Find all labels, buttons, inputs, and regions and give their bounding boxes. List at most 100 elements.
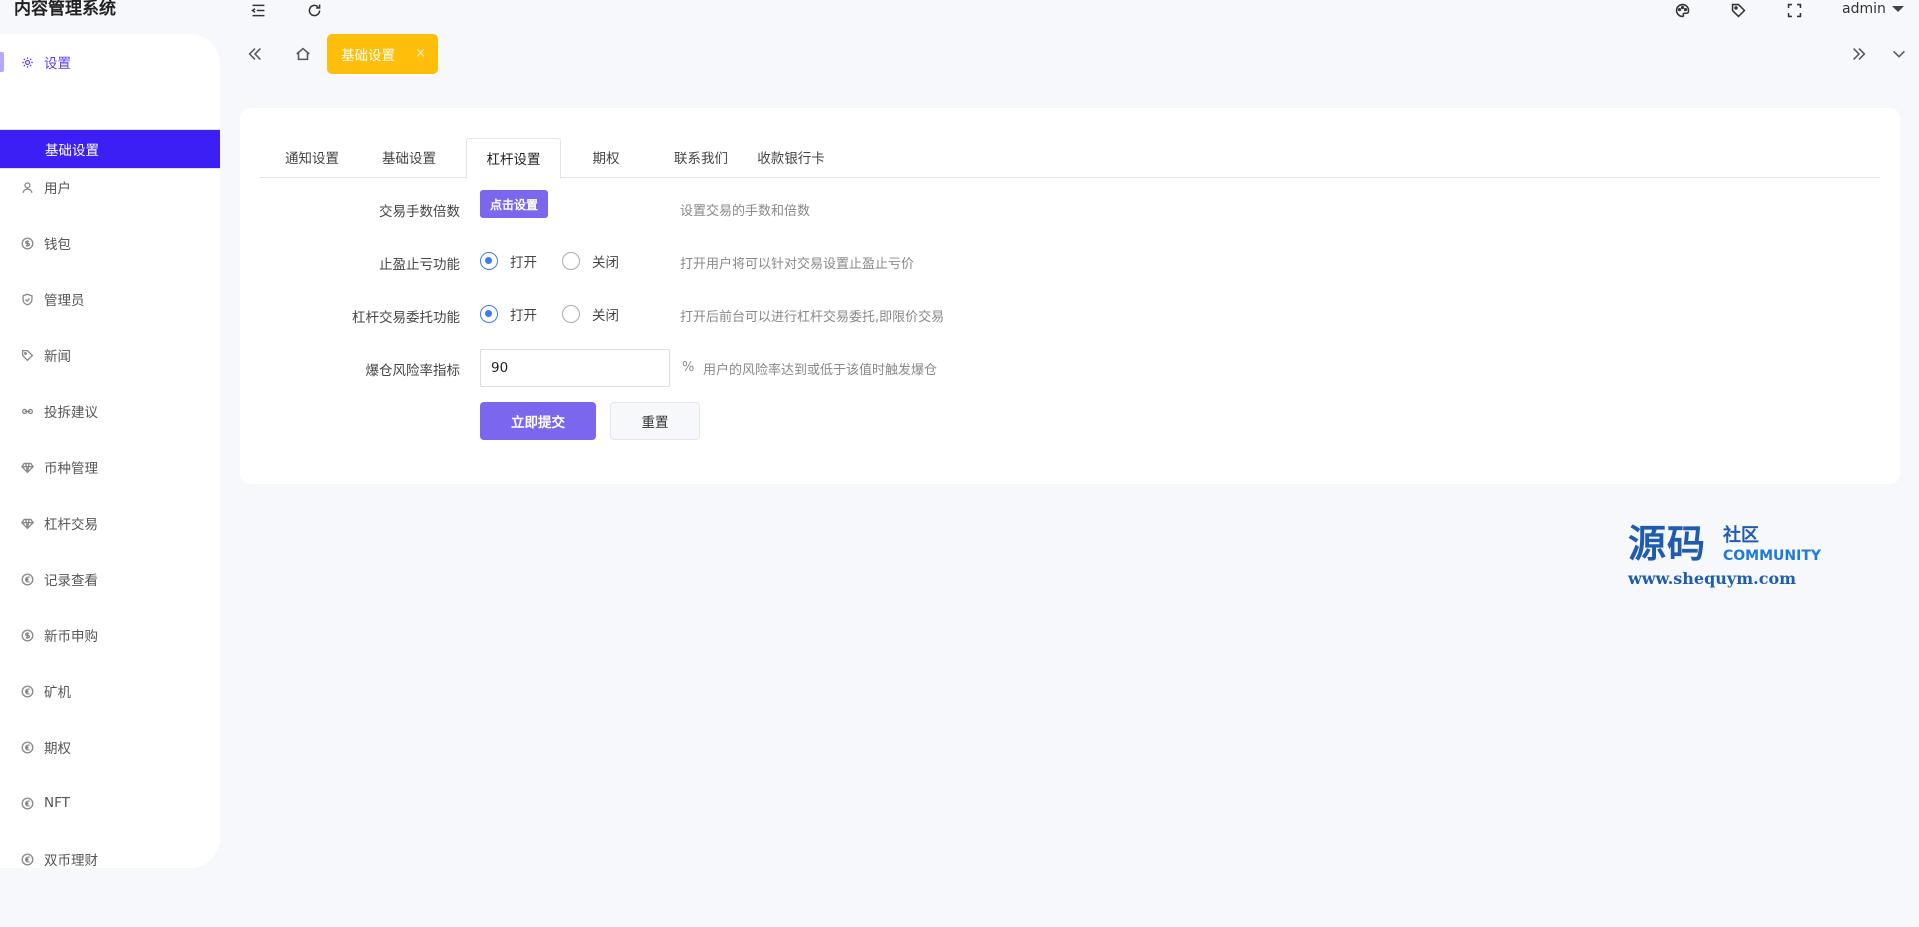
tab-options[interactable]: 期权 xyxy=(561,138,651,178)
entrust-label: 杠杆交易委托功能 xyxy=(352,310,460,326)
sidebar-item-label: 双币理财 xyxy=(44,853,98,869)
link-icon xyxy=(20,404,34,418)
entrust-off-radio[interactable]: 关闭 xyxy=(562,304,619,324)
fee-settings-button[interactable]: 点击设置 xyxy=(480,190,548,218)
reset-button[interactable]: 重置 xyxy=(610,402,700,440)
sidebar-subitem-label: 基础设置 xyxy=(45,143,99,159)
tab-notification[interactable]: 通知设置 xyxy=(260,138,364,178)
radio-circle xyxy=(562,252,580,270)
radio-label: 打开 xyxy=(510,308,537,324)
sidebar-item-label: 期权 xyxy=(44,741,71,757)
sidebar-item-label: 币种管理 xyxy=(44,461,98,477)
sidebar-item-label: 钱包 xyxy=(44,237,71,253)
euro-icon xyxy=(20,852,34,866)
caret-down-icon xyxy=(1891,6,1904,12)
sidebar-item-wallet[interactable]: 钱包 xyxy=(0,223,220,263)
collapse-menu-icon[interactable] xyxy=(248,0,268,20)
tag-icon xyxy=(20,348,34,362)
risk-input[interactable] xyxy=(480,349,670,387)
sidebar-item-label: 管理员 xyxy=(44,293,85,309)
sidebar-item-miner[interactable]: 矿机 xyxy=(0,671,220,711)
euro-icon xyxy=(20,740,34,754)
sidebar-subitem-basic-settings[interactable]: 基础设置 xyxy=(0,129,220,169)
settings-tabs: 通知设置 基础设置 杠杆设置 期权 联系我们 收款银行卡 xyxy=(260,138,1880,179)
stop-hint: 打开用户将可以针对交易设置止盈止亏价 xyxy=(680,257,915,272)
settings-card: 通知设置 基础设置 杠杆设置 期权 联系我们 收款银行卡 交易手数倍数 点击设置… xyxy=(240,108,1900,484)
diamond-icon xyxy=(20,460,34,474)
refresh-icon[interactable] xyxy=(304,0,324,20)
euro-icon xyxy=(20,796,34,810)
radio-label: 关闭 xyxy=(592,255,619,271)
radio-circle xyxy=(480,305,498,323)
radio-label: 打开 xyxy=(510,255,537,271)
tag-icon[interactable] xyxy=(1728,0,1748,20)
watermark-url: www.shequym.com xyxy=(1628,569,1797,588)
sidebar: 设置 基础设置 用户 钱包 管理员 新闻 投拆建议 币种管理 杠杆交易 记录查看… xyxy=(0,34,220,869)
tab-bank-card[interactable]: 收款银行卡 xyxy=(746,138,836,178)
fullscreen-icon[interactable] xyxy=(1784,0,1804,20)
tab-basic[interactable]: 基础设置 xyxy=(364,138,454,178)
euro-icon xyxy=(20,684,34,698)
sidebar-item-news[interactable]: 新闻 xyxy=(0,335,220,375)
stop-off-radio[interactable]: 关闭 xyxy=(562,251,619,271)
watermark-logo: 源码 社区 COMMUNITY www.shequym.com xyxy=(1628,522,1828,592)
dollar-icon xyxy=(20,236,34,250)
radio-circle xyxy=(562,305,580,323)
risk-label: 爆仓风险率指标 xyxy=(365,363,461,379)
sidebar-item-settings[interactable]: 设置 xyxy=(0,42,220,82)
sidebar-item-suggestions[interactable]: 投拆建议 xyxy=(0,391,220,431)
sidebar-item-label: 投拆建议 xyxy=(44,405,98,421)
stop-label: 止盈止亏功能 xyxy=(379,257,460,273)
sidebar-item-label: 新闻 xyxy=(44,349,71,365)
scroll-right-icon[interactable] xyxy=(1846,42,1872,66)
fee-hint: 设置交易的手数和倍数 xyxy=(680,204,811,219)
user-menu[interactable]: admin xyxy=(1842,0,1904,18)
sidebar-item-nft[interactable]: NFT xyxy=(0,783,220,823)
home-icon[interactable] xyxy=(290,42,316,66)
sidebar-item-dual-finance[interactable]: 双币理财 xyxy=(0,839,220,879)
scroll-left-icon[interactable] xyxy=(242,42,268,66)
sidebar-item-label: 设置 xyxy=(44,56,71,72)
sidebar-item-label: 杠杆交易 xyxy=(44,517,98,533)
risk-unit: % xyxy=(682,360,695,375)
page-tab-label: 基础设置 xyxy=(341,48,395,64)
username: admin xyxy=(1842,1,1886,17)
sidebar-item-leverage[interactable]: 杠杆交易 xyxy=(0,503,220,543)
sidebar-item-new-coin[interactable]: 新币申购 xyxy=(0,615,220,655)
user-icon xyxy=(20,180,34,194)
app-title: 内容管理系统 xyxy=(14,0,116,19)
gear-icon xyxy=(20,55,34,69)
entrust-hint: 打开后前台可以进行杠杆交易委托,即限价交易 xyxy=(680,310,945,325)
watermark-sub: 社区 xyxy=(1723,525,1759,546)
sidebar-item-records[interactable]: 记录查看 xyxy=(0,559,220,599)
active-indicator xyxy=(0,52,4,72)
close-icon[interactable]: × xyxy=(415,46,426,61)
sidebar-item-label: 新币申购 xyxy=(44,629,98,645)
diamond-icon xyxy=(20,516,34,530)
watermark-community: COMMUNITY xyxy=(1723,548,1822,564)
entrust-on-radio[interactable]: 打开 xyxy=(480,304,537,324)
radio-circle xyxy=(480,252,498,270)
dollar-icon xyxy=(20,628,34,642)
shield-icon xyxy=(20,292,34,306)
radio-label: 关闭 xyxy=(592,308,619,324)
chevron-down-icon[interactable] xyxy=(1886,42,1912,66)
fee-label: 交易手数倍数 xyxy=(379,204,460,220)
page-tab-basic-settings[interactable]: 基础设置 × xyxy=(327,34,438,74)
euro-icon xyxy=(20,572,34,586)
watermark-main: 源码 xyxy=(1628,522,1707,566)
sidebar-item-label: 矿机 xyxy=(44,685,71,701)
sidebar-item-label: NFT xyxy=(44,795,70,811)
risk-hint: 用户的风险率达到或低于该值时触发爆仓 xyxy=(703,363,938,378)
submit-button[interactable]: 立即提交 xyxy=(480,402,596,440)
sidebar-item-options[interactable]: 期权 xyxy=(0,727,220,767)
palette-icon[interactable] xyxy=(1672,0,1692,20)
sidebar-item-users[interactable]: 用户 xyxy=(0,167,220,207)
sidebar-item-coins[interactable]: 币种管理 xyxy=(0,447,220,487)
tab-contact[interactable]: 联系我们 xyxy=(656,138,746,178)
sidebar-item-admins[interactable]: 管理员 xyxy=(0,279,220,319)
sidebar-item-label: 用户 xyxy=(44,181,71,197)
sidebar-item-label: 记录查看 xyxy=(44,573,98,589)
tab-leverage[interactable]: 杠杆设置 xyxy=(466,138,561,179)
stop-on-radio[interactable]: 打开 xyxy=(480,251,537,271)
